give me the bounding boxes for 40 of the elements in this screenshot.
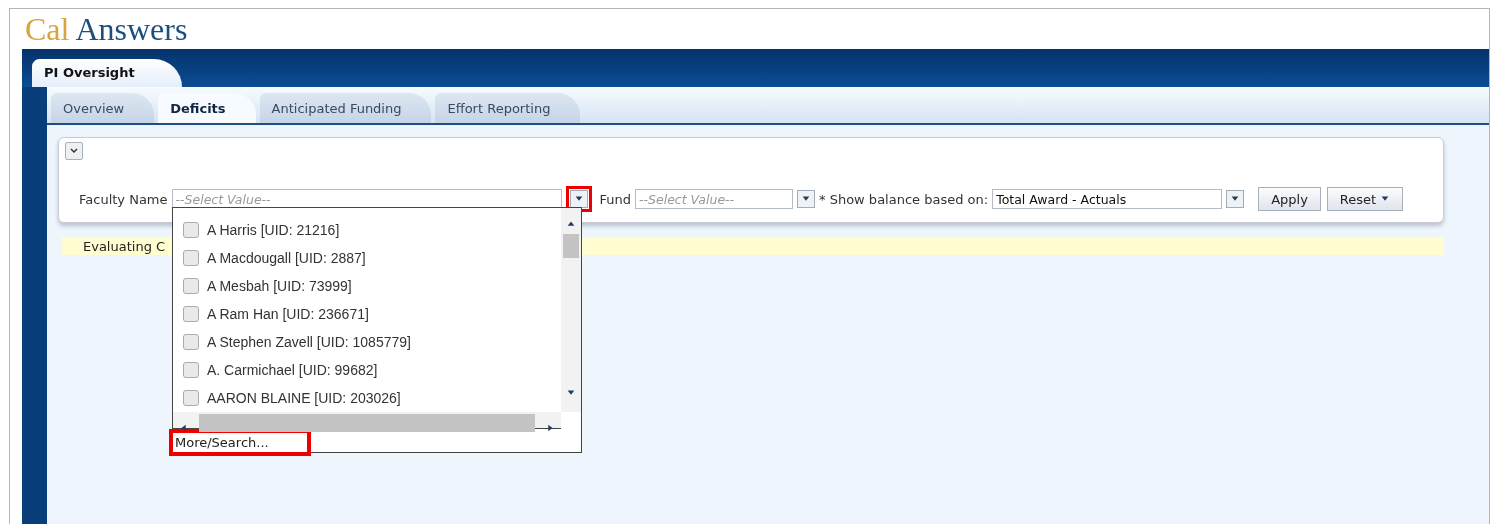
- checkbox[interactable]: [183, 390, 199, 406]
- list-option[interactable]: A Mesbah [UID: 73999]: [173, 272, 561, 300]
- list-option[interactable]: A Macdougall [UID: 2887]: [173, 244, 561, 272]
- page-tab[interactable]: Anticipated Funding: [259, 93, 432, 123]
- scroll-right-icon: [545, 423, 555, 433]
- scroll-left-icon: [179, 423, 189, 433]
- list-option[interactable]: A Stephen Zavell [UID: 1085779]: [173, 328, 561, 356]
- horizontal-scrollbar[interactable]: [173, 412, 561, 429]
- scroll-thumb[interactable]: [563, 234, 579, 258]
- page-tab[interactable]: Overview: [51, 93, 155, 123]
- checkbox[interactable]: [183, 306, 199, 322]
- select-field[interactable]: Total Award - Actuals: [992, 189, 1223, 209]
- status-message: Evaluating C: [83, 238, 166, 254]
- field-label: * Show balance based on:: [819, 191, 989, 207]
- apply-button[interactable]: Apply: [1258, 187, 1321, 211]
- dropdown-button[interactable]: [797, 190, 816, 208]
- scroll-up-icon: [566, 219, 576, 229]
- field-label: Faculty Name: [79, 191, 168, 207]
- checkbox[interactable]: [183, 362, 199, 378]
- collapse-button[interactable]: [65, 142, 83, 160]
- dashboard-tab[interactable]: PI Oversight: [32, 59, 182, 87]
- page-tab[interactable]: Deficits: [158, 93, 256, 123]
- logo-text: Cal: [25, 10, 70, 48]
- chevron-down-icon: [69, 147, 79, 155]
- menu-button[interactable]: Reset: [1326, 187, 1404, 211]
- logo-text: Answers: [75, 10, 188, 48]
- checkbox[interactable]: [183, 278, 199, 294]
- checkbox[interactable]: [183, 334, 199, 350]
- field-label: Fund: [599, 191, 632, 207]
- more-search-link[interactable]: More/Search...: [173, 433, 307, 452]
- list-option[interactable]: A Harris [UID: 21216]: [173, 216, 561, 244]
- page-tab[interactable]: Effort Reporting: [435, 93, 581, 123]
- checkbox[interactable]: [183, 222, 199, 238]
- scroll-thumb[interactable]: [199, 414, 535, 432]
- list-option[interactable]: AARON BLAINE [UID: 203026]: [173, 384, 561, 412]
- list-option[interactable]: A. Carmichael [UID: 99682]: [173, 356, 561, 384]
- vertical-scrollbar[interactable]: [561, 208, 581, 412]
- dropdown-button[interactable]: [1226, 190, 1245, 208]
- checkbox[interactable]: [183, 250, 199, 266]
- list-option[interactable]: A Ram Han [UID: 236671]: [173, 300, 561, 328]
